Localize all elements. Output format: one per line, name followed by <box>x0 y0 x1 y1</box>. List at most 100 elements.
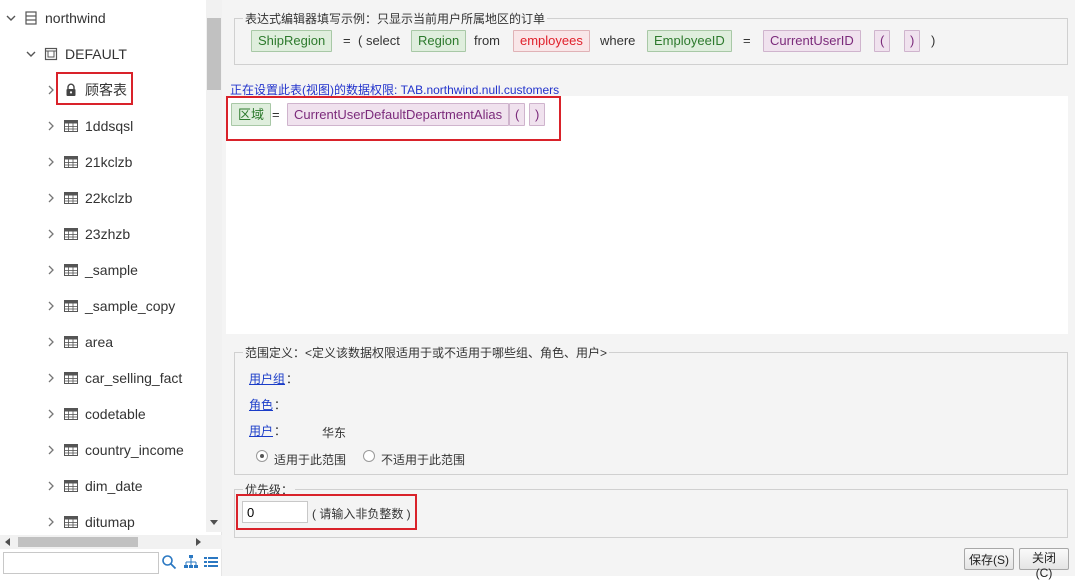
table-tree: northwind DEFAULT 顾客表 1ddsqsl 21kclzb 22kc… <box>0 0 206 532</box>
table-icon <box>64 515 78 529</box>
lock-icon <box>64 83 78 97</box>
scroll-thumb[interactable] <box>207 18 221 90</box>
tree-node-table[interactable]: country_income <box>46 432 184 468</box>
scope-box: 范围定义：<定义该数据权限适用于或不适用于哪些组、角色、用户> <box>234 344 1068 475</box>
scroll-right-arrow-icon[interactable] <box>196 538 201 546</box>
tree-node-label: codetable <box>85 406 146 422</box>
token-employees: employees <box>513 30 590 52</box>
tree-node-label: _sample_copy <box>85 298 176 314</box>
scroll-thumb[interactable] <box>18 537 138 547</box>
role-link[interactable]: 角色 <box>249 396 273 413</box>
user-link[interactable]: 用户 <box>249 422 273 439</box>
chevron-right-icon[interactable] <box>46 373 56 383</box>
table-icon <box>64 479 78 493</box>
not-apply-radio-label[interactable]: 不适用于此范围 <box>381 451 465 468</box>
tree-node-label: ditumap <box>85 514 135 530</box>
chevron-down-icon[interactable] <box>26 49 36 59</box>
example-legend: 表达式编辑器填写示例：只显示当前用户所属地区的订单 <box>245 12 546 26</box>
database-icon <box>24 11 38 25</box>
save-button[interactable]: 保存(S) <box>964 548 1014 570</box>
tree-vertical-scrollbar[interactable] <box>206 0 222 532</box>
colon: ： <box>274 398 287 412</box>
tree-node-table[interactable]: _sample <box>46 252 138 288</box>
chevron-right-icon[interactable] <box>46 85 56 95</box>
colon: ： <box>274 424 287 438</box>
tree-node-table[interactable]: 21kclzb <box>46 144 132 180</box>
chevron-right-icon[interactable] <box>46 229 56 239</box>
tree-node-label: country_income <box>85 442 184 458</box>
schema-icon <box>44 47 58 61</box>
token-from: from <box>474 33 500 48</box>
table-icon <box>64 335 78 349</box>
user-group-link[interactable]: 用户组 <box>249 370 285 387</box>
table-icon <box>64 299 78 313</box>
list-view-icon[interactable] <box>203 554 219 570</box>
table-icon <box>64 119 78 133</box>
tree-node-label: DEFAULT <box>65 46 127 62</box>
tree-node-table[interactable]: 22kclzb <box>46 180 132 216</box>
expr-token-paren-open[interactable]: ( <box>509 103 526 126</box>
chevron-right-icon[interactable] <box>46 157 56 167</box>
apply-radio[interactable] <box>256 450 268 462</box>
chevron-right-icon[interactable] <box>46 409 56 419</box>
chevron-right-icon[interactable] <box>46 193 56 203</box>
tree-node-default[interactable]: DEFAULT <box>26 36 127 72</box>
tree-node-label: _sample <box>85 262 138 278</box>
table-icon <box>64 407 78 421</box>
priority-input[interactable] <box>242 501 308 523</box>
token-equals: = <box>343 33 351 48</box>
chevron-right-icon[interactable] <box>46 301 56 311</box>
table-icon <box>64 443 78 457</box>
tree-node-table[interactable]: codetable <box>46 396 146 432</box>
tree-node-label: 23zhzb <box>85 226 131 242</box>
hierarchy-icon[interactable] <box>183 554 199 570</box>
expr-token-field[interactable]: 区域 <box>231 103 272 126</box>
scope-legend: 范围定义：<定义该数据权限适用于或不适用于哪些组、角色、用户> <box>245 346 608 360</box>
tree-node-label: 22kclzb <box>85 190 133 206</box>
token-open-select: ( select <box>358 33 400 48</box>
chevron-right-icon[interactable] <box>46 481 56 491</box>
chevron-right-icon[interactable] <box>46 121 56 131</box>
expr-token-paren-close[interactable]: ) <box>529 103 546 126</box>
expression-editor[interactable]: 区域 = CurrentUserDefaultDepartmentAlias (… <box>226 96 1068 334</box>
tree-node-label: 1ddsqsl <box>85 118 134 134</box>
tree-node-table[interactable]: ditumap <box>46 504 135 532</box>
chevron-right-icon[interactable] <box>46 337 56 347</box>
token-employeeid: EmployeeID <box>647 30 732 52</box>
token-equals: = <box>743 33 751 48</box>
chevron-right-icon[interactable] <box>46 445 56 455</box>
tree-node-table[interactable]: 23zhzb <box>46 216 130 252</box>
token-where: where <box>600 33 636 48</box>
not-apply-radio[interactable] <box>363 450 375 462</box>
tree-horizontal-scrollbar[interactable] <box>0 535 222 549</box>
expr-token-equals[interactable]: = <box>272 103 280 126</box>
token-shipregion: ShipRegion <box>251 30 333 52</box>
token-close: ) <box>931 33 936 48</box>
table-icon <box>64 191 78 205</box>
tree-search-input[interactable] <box>3 552 159 574</box>
tree-node-table[interactable]: car_selling_fact <box>46 360 182 396</box>
tree-node-table[interactable]: area <box>46 324 113 360</box>
scroll-down-arrow-icon[interactable] <box>210 520 218 525</box>
chevron-right-icon[interactable] <box>46 265 56 275</box>
tree-node-table[interactable]: _sample_copy <box>46 288 175 324</box>
tree-node-label: 顾客表 <box>85 82 127 98</box>
permission-editor: 表达式编辑器填写示例：只显示当前用户所属地区的订单 ShipRegion = (… <box>222 0 1075 580</box>
tree-node-customers[interactable]: 顾客表 <box>46 72 127 108</box>
apply-radio-label[interactable]: 适用于此范围 <box>274 451 346 468</box>
chevron-down-icon[interactable] <box>6 13 16 23</box>
table-icon <box>64 155 78 169</box>
table-icon <box>64 371 78 385</box>
tree-panel: northwind DEFAULT 顾客表 1ddsqsl 21kclzb 22kc… <box>0 0 222 576</box>
tree-node-table[interactable]: 1ddsqsl <box>46 108 133 144</box>
table-icon <box>64 227 78 241</box>
scroll-left-arrow-icon[interactable] <box>5 538 10 546</box>
expr-token-function[interactable]: CurrentUserDefaultDepartmentAlias <box>287 103 510 126</box>
search-icon[interactable] <box>161 554 177 570</box>
token-paren-close: ) <box>904 30 921 52</box>
token-paren-open: ( <box>874 30 891 52</box>
tree-node-northwind[interactable]: northwind <box>6 0 106 36</box>
chevron-right-icon[interactable] <box>46 517 56 527</box>
close-button[interactable]: 关闭(C) <box>1019 548 1069 580</box>
tree-node-table[interactable]: dim_date <box>46 468 143 504</box>
